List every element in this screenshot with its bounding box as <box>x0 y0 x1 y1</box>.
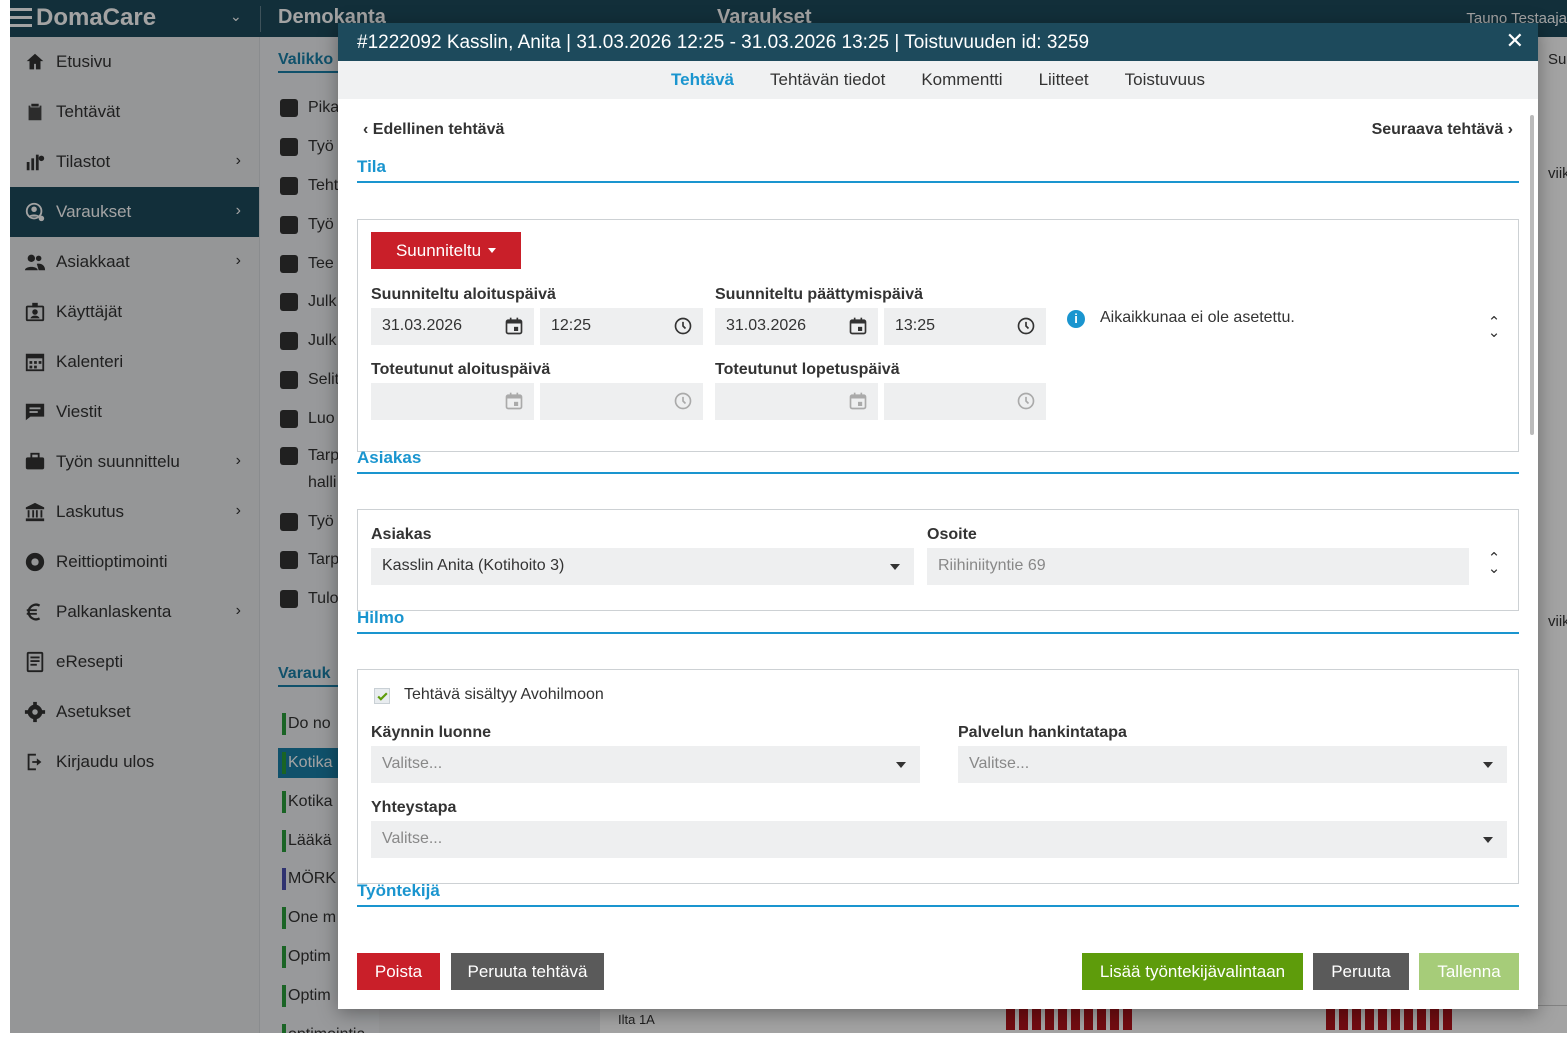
previous-task-link[interactable]: ‹ Edellinen tehtävä <box>363 121 504 139</box>
address-input[interactable]: Riihiniityntie 69 <box>927 548 1469 585</box>
close-icon[interactable]: ✕ <box>1506 28 1524 54</box>
tab-recurrence[interactable]: Toistuvuus <box>1125 70 1205 90</box>
tab-attachments[interactable]: Liitteet <box>1039 70 1089 90</box>
dialog-body: ‹ Edellinen tehtävä Seuraava tehtävä › T… <box>338 99 1528 934</box>
customer-panel: Asiakas Kasslin Anita (Kotihoito 3) Osoi… <box>357 509 1519 611</box>
visit-type-label: Käynnin luonne <box>371 724 491 741</box>
actual-end-label: Toteutunut lopetuspäivä <box>715 361 900 378</box>
status-dropdown-button[interactable]: Suunniteltu <box>371 232 521 269</box>
contact-method-placeholder: Valitse... <box>382 830 443 847</box>
section-employee-heading: Työntekijä <box>357 881 1519 907</box>
chevron-left-icon: ‹ <box>363 121 369 138</box>
customer-value: Kasslin Anita (Kotihoito 3) <box>382 557 565 574</box>
expand-collapse-icon[interactable]: ⌃ ⌄ <box>1487 315 1501 340</box>
calendar-icon[interactable] <box>504 391 524 411</box>
cancel-task-button[interactable]: Peruuta tehtävä <box>451 953 604 990</box>
dialog-header: #1222092 Kasslin, Anita | 31.03.2026 12:… <box>338 23 1538 61</box>
calendar-icon[interactable] <box>848 316 868 336</box>
chevron-right-icon: › <box>1507 121 1513 138</box>
avohilmo-checkbox[interactable] <box>374 688 390 704</box>
save-button[interactable]: Tallenna <box>1419 953 1519 990</box>
address-label: Osoite <box>927 526 977 543</box>
clock-icon[interactable] <box>673 391 693 411</box>
actual-start-time-input[interactable] <box>540 383 703 420</box>
previous-task-label: Edellinen tehtävä <box>372 121 505 138</box>
caret-down-icon <box>1483 762 1493 768</box>
add-to-employee-selection-button[interactable]: Lisää työntekijävalintaan <box>1082 953 1303 990</box>
scrollbar[interactable] <box>1530 115 1534 435</box>
actual-end-time-input[interactable] <box>884 383 1046 420</box>
caret-down-icon <box>488 248 497 253</box>
clock-icon[interactable] <box>1016 391 1036 411</box>
delete-button[interactable]: Poista <box>357 953 440 990</box>
clock-icon[interactable] <box>1016 316 1036 336</box>
clock-icon[interactable] <box>673 316 693 336</box>
cancel-button[interactable]: Peruuta <box>1313 953 1409 990</box>
planned-start-time-input[interactable]: 12:25 <box>540 308 703 345</box>
customer-label: Asiakas <box>371 526 432 543</box>
tab-task[interactable]: Tehtävä <box>671 70 734 90</box>
calendar-icon[interactable] <box>504 316 524 336</box>
time-window-info: Aikaikkunaa ei ole asetettu. <box>1100 309 1295 326</box>
dialog-tabs: Tehtävä Tehtävän tiedot Kommentti Liitte… <box>338 61 1538 99</box>
section-customer-heading: Asiakas <box>357 448 1519 474</box>
tab-comment[interactable]: Kommentti <box>921 70 1002 90</box>
avohilmo-checkbox-label[interactable]: Tehtävä sisältyy Avohilmoon <box>404 686 604 704</box>
info-icon: i <box>1067 310 1085 328</box>
caret-down-icon <box>896 762 906 768</box>
planned-end-label: Suunniteltu päättymispäivä <box>715 286 924 303</box>
hilmo-panel: Tehtävä sisältyy Avohilmoon Käynnin luon… <box>357 669 1519 884</box>
next-task-label: Seuraava tehtävä <box>1371 121 1504 138</box>
check-icon <box>376 691 388 701</box>
calendar-icon[interactable] <box>848 391 868 411</box>
actual-start-date-input[interactable] <box>371 383 534 420</box>
dialog-footer: Poista Peruuta tehtävä Lisää työntekijäv… <box>338 934 1538 1009</box>
next-task-link[interactable]: Seuraava tehtävä › <box>1372 121 1513 139</box>
caret-down-icon <box>890 564 900 570</box>
procurement-placeholder: Valitse... <box>969 755 1030 772</box>
contact-method-select[interactable]: Valitse... <box>371 821 1507 858</box>
status-label: Suunniteltu <box>395 240 482 260</box>
planned-start-label: Suunniteltu aloituspäivä <box>371 286 556 303</box>
planned-end-date-input[interactable]: 31.03.2026 <box>715 308 878 345</box>
contact-method-label: Yhteystapa <box>371 799 457 816</box>
planned-start-date-value: 31.03.2026 <box>382 317 463 334</box>
address-placeholder: Riihiniityntie 69 <box>938 557 1046 574</box>
section-status-heading: Tila <box>357 157 1519 183</box>
status-panel: Suunniteltu Suunniteltu aloituspäivä 31.… <box>357 219 1519 452</box>
expand-collapse-icon[interactable]: ⌃ ⌄ <box>1487 551 1501 576</box>
customer-select[interactable]: Kasslin Anita (Kotihoito 3) <box>371 548 914 585</box>
visit-type-select[interactable]: Valitse... <box>371 746 920 783</box>
planned-end-date-value: 31.03.2026 <box>726 317 807 334</box>
actual-end-date-input[interactable] <box>715 383 878 420</box>
dialog-title: #1222092 Kasslin, Anita | 31.03.2026 12:… <box>357 32 1090 53</box>
visit-type-placeholder: Valitse... <box>382 755 443 772</box>
procurement-label: Palvelun hankintatapa <box>958 724 1127 741</box>
procurement-select[interactable]: Valitse... <box>958 746 1507 783</box>
caret-down-icon <box>1483 837 1493 843</box>
actual-start-label: Toteutunut aloituspäivä <box>371 361 551 378</box>
section-hilmo-heading: Hilmo <box>357 608 1519 634</box>
planned-start-time-value: 12:25 <box>551 317 592 334</box>
planned-start-date-input[interactable]: 31.03.2026 <box>371 308 534 345</box>
task-dialog: #1222092 Kasslin, Anita | 31.03.2026 12:… <box>338 23 1538 1009</box>
planned-end-time-value: 13:25 <box>895 317 936 334</box>
tab-task-details[interactable]: Tehtävän tiedot <box>770 70 885 90</box>
planned-end-time-input[interactable]: 13:25 <box>884 308 1046 345</box>
